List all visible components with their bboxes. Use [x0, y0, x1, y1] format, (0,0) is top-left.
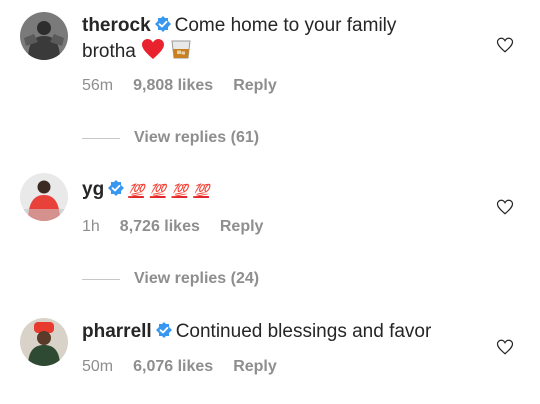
username[interactable]: pharrell: [82, 321, 152, 342]
verified-badge-icon: [155, 322, 172, 338]
hundred-points-emoji-icon: 💯: [128, 184, 144, 199]
comment-age: 50m: [82, 358, 114, 375]
comment-age: 1h: [82, 218, 100, 235]
avatar-pharrell[interactable]: [20, 318, 68, 366]
comment-text-cont: brotha: [82, 41, 136, 62]
like-heart-icon[interactable]: [496, 36, 514, 54]
replies-divider: [82, 137, 120, 139]
tumbler-glass-emoji-icon: [170, 38, 192, 67]
reply-button[interactable]: Reply: [233, 77, 277, 94]
comment-text: Continued blessings and favor: [175, 321, 432, 342]
reply-button[interactable]: Reply: [233, 358, 277, 375]
comment-body: pharrell Continued blessings and favor: [82, 320, 480, 344]
reply-button[interactable]: Reply: [220, 218, 264, 235]
view-replies-label: View replies (61): [134, 129, 260, 146]
verified-badge-icon: [108, 180, 125, 196]
comment-body: yg 💯 💯 💯 💯: [82, 178, 480, 204]
username[interactable]: yg: [82, 179, 104, 200]
comment-body: therock Come home to your family brotha: [82, 14, 480, 67]
avatar-yg[interactable]: [20, 173, 68, 221]
hundred-points-emoji-icon: 💯: [171, 184, 188, 199]
replies-divider: [82, 278, 120, 280]
comment-age: 56m: [82, 77, 114, 94]
heart-emoji-icon: [141, 38, 165, 67]
comment-text: Come home to your family: [174, 15, 397, 36]
comment-meta: 50m 6,076 likes Reply: [82, 358, 297, 376]
likes-count[interactable]: 8,726 likes: [120, 218, 200, 235]
username[interactable]: therock: [82, 15, 151, 36]
avatar-therock[interactable]: [20, 12, 68, 60]
view-replies-label: View replies (24): [134, 270, 260, 287]
likes-count[interactable]: 9,808 likes: [133, 77, 213, 94]
likes-count[interactable]: 6,076 likes: [133, 358, 213, 375]
hundred-points-emoji-icon: 💯: [193, 184, 209, 199]
comment-meta: 1h 8,726 likes Reply: [82, 218, 283, 236]
view-replies-button[interactable]: View replies (24): [82, 270, 259, 288]
like-heart-icon[interactable]: [496, 198, 514, 216]
comment-meta: 56m 9,808 likes Reply: [82, 77, 297, 95]
view-replies-button[interactable]: View replies (61): [82, 129, 259, 147]
like-heart-icon[interactable]: [496, 338, 514, 356]
verified-badge-icon: [154, 16, 171, 32]
hundred-points-emoji-icon: 💯: [149, 184, 166, 199]
